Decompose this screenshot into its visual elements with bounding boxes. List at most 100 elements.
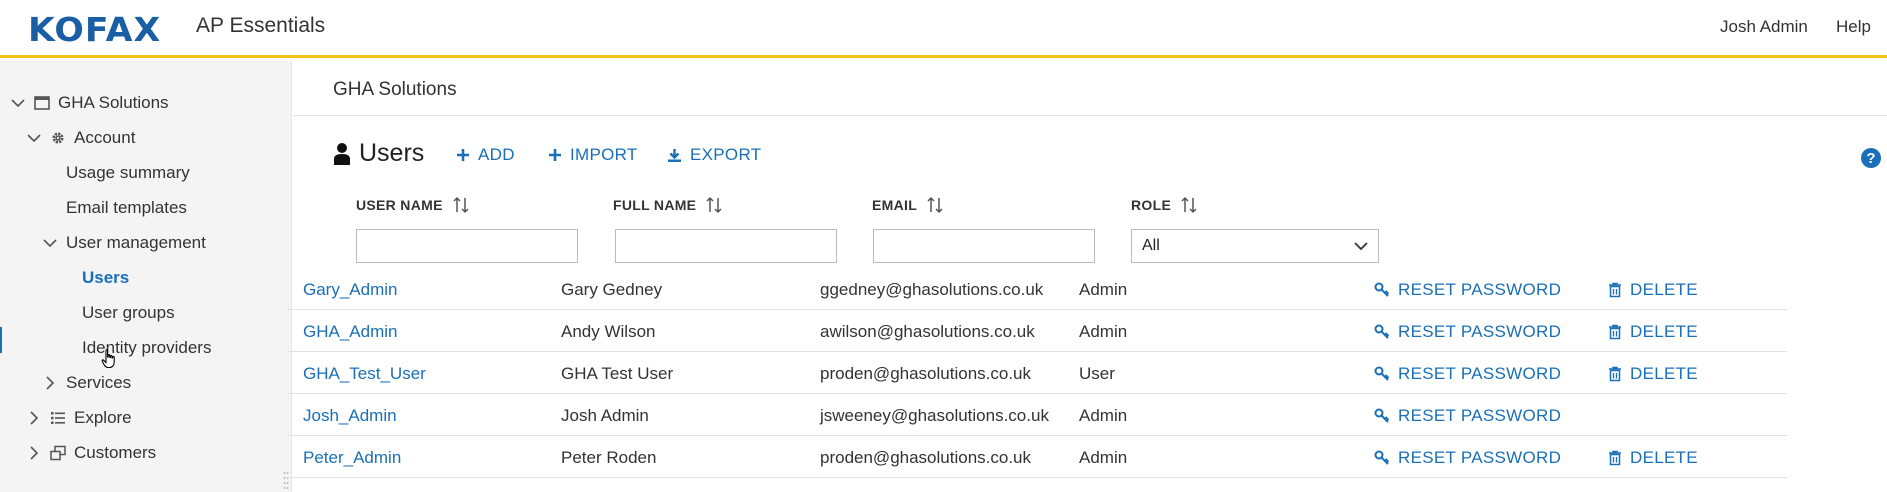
divider <box>293 115 1887 116</box>
email-cell: proden@ghasolutions.co.uk <box>820 448 1032 467</box>
delete-button[interactable]: DELETE <box>1608 448 1698 468</box>
sidebar-item-explore[interactable]: Explore <box>26 403 132 433</box>
sidebar-item-label: Account <box>74 128 136 147</box>
plus-icon <box>457 149 469 161</box>
import-button[interactable]: IMPORT <box>548 145 638 165</box>
delete-label: DELETE <box>1630 280 1698 299</box>
column-header-username[interactable]: USER NAME <box>356 196 469 214</box>
reset-password-button[interactable]: RESET PASSWORD <box>1374 406 1561 426</box>
column-header-fullname[interactable]: FULL NAME <box>613 196 722 214</box>
page-title-text: Users <box>359 139 425 167</box>
role-cell: User <box>1079 364 1115 383</box>
sort-icon[interactable] <box>453 196 469 214</box>
page-title: Users <box>333 139 424 168</box>
sidebar-item-account[interactable]: Account <box>26 123 135 153</box>
column-header-label: USER NAME <box>356 197 443 213</box>
username-link[interactable]: Josh_Admin <box>303 406 397 426</box>
trash-icon <box>1609 282 1621 298</box>
fullname-cell: Andy Wilson <box>561 322 656 341</box>
role-cell: Admin <box>1079 406 1128 425</box>
sidebar-item-label: Customers <box>74 443 157 462</box>
key-icon <box>1374 366 1390 381</box>
fullname-cell: Peter Roden <box>561 448 657 467</box>
chevron-right-icon[interactable] <box>26 410 42 426</box>
delete-button[interactable]: DELETE <box>1608 322 1698 342</box>
sidebar-item-label: Email templates <box>66 198 187 217</box>
table-row: Gary_Admin Gary Gedney ggedney@ghasoluti… <box>287 268 1787 310</box>
sort-icon[interactable] <box>927 196 943 214</box>
trash-icon <box>1609 450 1621 466</box>
role-filter-select[interactable]: All <box>1131 229 1379 263</box>
reset-password-label: RESET PASSWORD <box>1398 406 1562 425</box>
kofax-logo[interactable]: KOFAX <box>28 10 161 49</box>
column-header-email[interactable]: EMAIL <box>872 196 943 214</box>
delete-label: DELETE <box>1630 364 1698 383</box>
sidebar-item-email-templates[interactable]: Email templates <box>66 193 187 223</box>
breadcrumb: GHA Solutions <box>333 79 457 100</box>
username-link[interactable]: Gary_Admin <box>303 280 397 300</box>
email-cell: ggedney@ghasolutions.co.uk <box>820 280 1044 299</box>
column-header-label: FULL NAME <box>613 197 697 213</box>
reset-password-button[interactable]: RESET PASSWORD <box>1374 280 1561 300</box>
username-link[interactable]: GHA_Admin <box>303 322 397 342</box>
trash-icon <box>1609 366 1621 382</box>
sidebar-item-services[interactable]: Services <box>42 368 131 398</box>
chevron-right-icon[interactable] <box>26 445 42 461</box>
email-filter-input[interactable] <box>873 229 1095 263</box>
sidebar-item-gha-solutions[interactable]: GHA Solutions <box>10 88 169 118</box>
active-indicator <box>0 327 2 353</box>
fullname-filter-input[interactable] <box>615 229 837 263</box>
key-icon <box>1374 450 1390 465</box>
sidebar-item-label: Explore <box>74 408 132 427</box>
username-filter-input[interactable] <box>356 229 578 263</box>
download-icon <box>668 148 681 162</box>
sidebar-item-customers[interactable]: Customers <box>26 438 156 468</box>
email-cell: jsweeney@ghasolutions.co.uk <box>820 406 1049 425</box>
delete-button[interactable]: DELETE <box>1608 280 1698 300</box>
column-header-label: EMAIL <box>872 197 918 213</box>
column-header-role[interactable]: ROLE <box>1131 196 1197 214</box>
username-link[interactable]: Peter_Admin <box>303 448 401 468</box>
email-cell: awilson@ghasolutions.co.uk <box>820 322 1035 341</box>
reset-password-label: RESET PASSWORD <box>1398 322 1562 341</box>
chevron-down-icon[interactable] <box>42 235 58 251</box>
sidebar-item-user-management[interactable]: User management <box>42 228 206 258</box>
username-link[interactable]: GHA_Test_User <box>303 364 426 384</box>
window-icon <box>34 96 50 110</box>
sidebar-item-usage-summary[interactable]: Usage summary <box>66 158 190 188</box>
user-menu[interactable]: Josh Admin <box>1720 17 1808 37</box>
table-row: GHA_Admin Andy Wilson awilson@ghasolutio… <box>287 310 1787 352</box>
reset-password-button[interactable]: RESET PASSWORD <box>1374 322 1561 342</box>
reset-password-button[interactable]: RESET PASSWORD <box>1374 448 1561 468</box>
list-icon <box>51 412 65 424</box>
help-icon[interactable]: ? <box>1860 147 1882 169</box>
chevron-right-icon[interactable] <box>42 375 58 391</box>
main-content: GHA Solutions Users ADD IMPORT EXPORT ? … <box>287 61 1887 492</box>
reset-password-label: RESET PASSWORD <box>1398 448 1562 467</box>
svg-text:?: ? <box>1866 150 1875 167</box>
fullname-cell: Josh Admin <box>561 406 649 425</box>
trash-icon <box>1609 324 1621 340</box>
chevron-down-icon[interactable] <box>26 130 42 146</box>
sidebar-item-user-groups[interactable]: User groups <box>82 298 175 328</box>
sort-icon[interactable] <box>1181 196 1197 214</box>
add-button[interactable]: ADD <box>456 145 515 165</box>
sidebar-item-label: User management <box>66 233 206 252</box>
table-row: GHA_Test_User GHA Test User proden@ghaso… <box>287 352 1787 394</box>
help-link[interactable]: Help <box>1836 17 1871 37</box>
customers-icon <box>50 445 66 461</box>
reset-password-label: RESET PASSWORD <box>1398 364 1562 383</box>
reset-password-button[interactable]: RESET PASSWORD <box>1374 364 1561 384</box>
sort-icon[interactable] <box>706 196 722 214</box>
plus-icon <box>549 149 561 161</box>
export-button[interactable]: EXPORT <box>667 145 761 165</box>
user-icon <box>334 142 350 165</box>
sidebar: GHA Solutions Account Usage summary Emai… <box>0 61 292 492</box>
email-cell: proden@ghasolutions.co.uk <box>820 364 1032 383</box>
delete-button[interactable]: DELETE <box>1608 364 1698 384</box>
role-filter-value: All <box>1142 237 1160 254</box>
delete-label: DELETE <box>1630 448 1698 467</box>
sidebar-item-users[interactable]: Users <box>82 263 129 293</box>
chevron-down-icon[interactable] <box>10 95 26 111</box>
top-bar: KOFAX AP Essentials Josh Admin Help <box>0 0 1887 58</box>
